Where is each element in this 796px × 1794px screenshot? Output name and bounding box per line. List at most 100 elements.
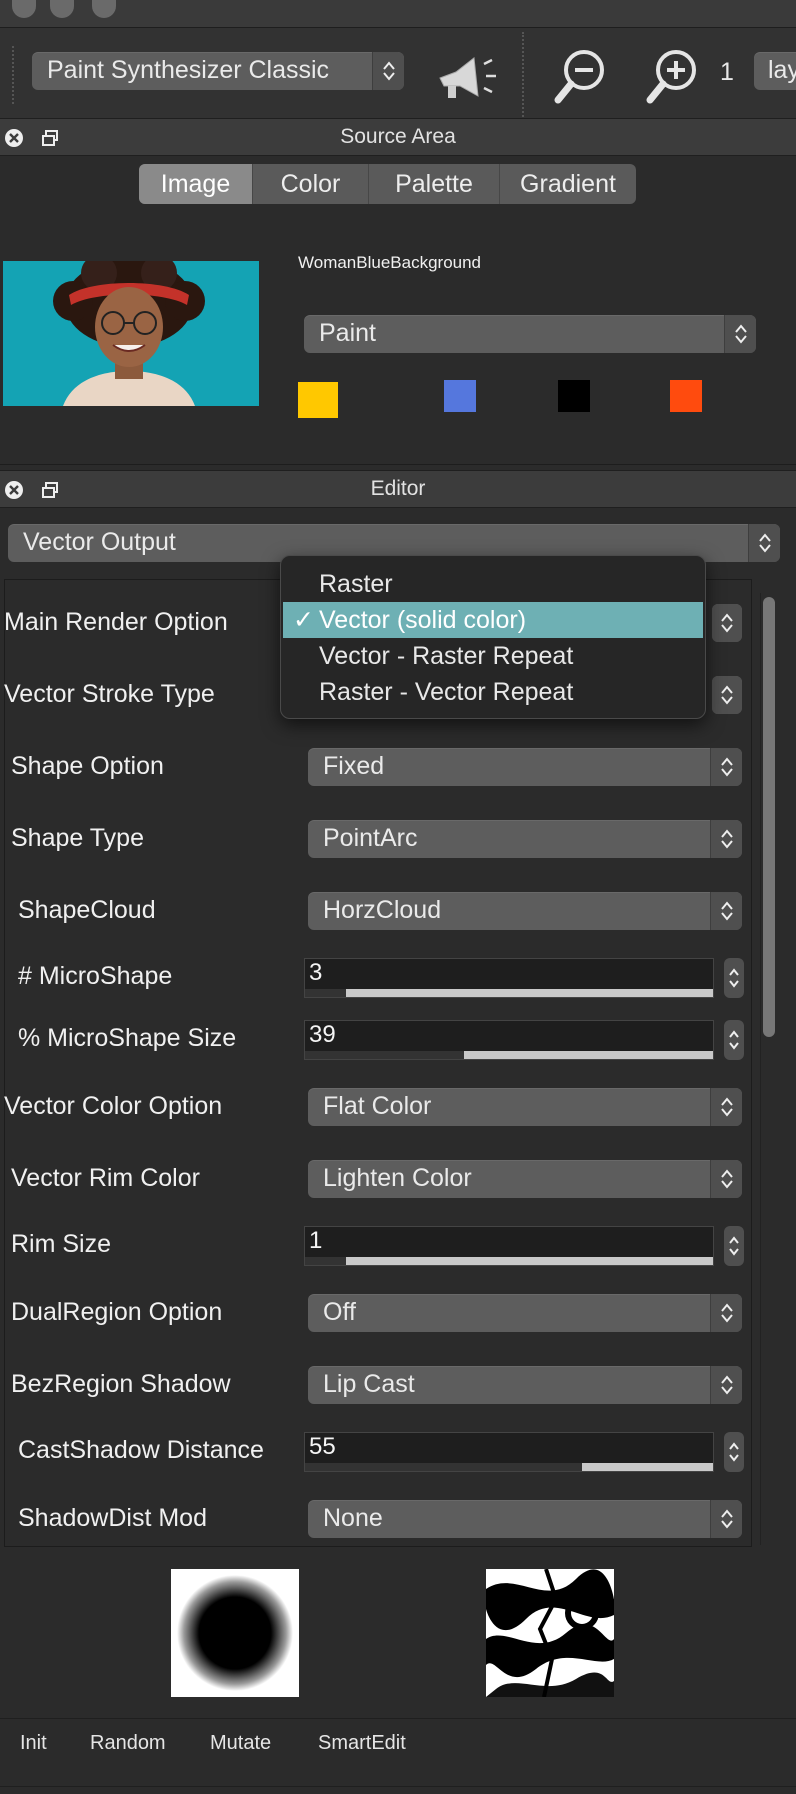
- dualregion-option-value: Off: [323, 1298, 356, 1326]
- menu-item-raster[interactable]: Raster: [281, 566, 705, 602]
- rim-size-stepper[interactable]: [724, 1226, 744, 1266]
- main-render-option-select[interactable]: [712, 604, 742, 642]
- chevron-updown-icon: [710, 1500, 742, 1538]
- shape-option-select[interactable]: Fixed: [308, 748, 742, 786]
- close-panel-icon[interactable]: [4, 480, 24, 500]
- render-option-dropdown-menu: Raster ✓ Vector (solid color) Vector - R…: [280, 555, 706, 719]
- shapecloud-select[interactable]: HorzCloud: [308, 892, 742, 930]
- menu-item-vector-solid-color-label: Vector (solid color): [319, 606, 527, 634]
- chevron-updown-icon: [712, 604, 742, 642]
- shapecloud-value: HorzCloud: [323, 896, 442, 924]
- swatch-black[interactable]: [558, 380, 590, 412]
- tab-color-label: Color: [280, 170, 341, 198]
- chevron-updown-icon: [710, 1160, 742, 1198]
- close-window-button[interactable]: [12, 0, 36, 18]
- chevron-updown-icon: [710, 748, 742, 786]
- minimize-window-button[interactable]: [50, 0, 74, 18]
- toolbar-grip[interactable]: [12, 46, 14, 104]
- rim-size-slider[interactable]: [305, 1257, 713, 1265]
- tab-palette-label: Palette: [395, 170, 473, 198]
- row-label-vector-stroke-type: Vector Stroke Type: [4, 680, 215, 708]
- microshape-count-field[interactable]: 3: [304, 958, 714, 998]
- editor-scrollbar-thumb[interactable]: [763, 597, 775, 1037]
- source-area-header: Source Area: [0, 118, 796, 156]
- source-mode-value: Paint: [319, 319, 376, 347]
- chevron-updown-icon: [710, 820, 742, 858]
- megaphone-icon[interactable]: [434, 50, 500, 106]
- chevron-updown-icon: [710, 1366, 742, 1404]
- swatch-orange[interactable]: [670, 380, 702, 412]
- row-label-vector-rim-color: Vector Rim Color: [11, 1164, 200, 1192]
- swatch-blue[interactable]: [444, 380, 476, 412]
- shape-option-value: Fixed: [323, 752, 385, 780]
- bottom-edge: [0, 1786, 796, 1787]
- chevron-updown-icon: [710, 1088, 742, 1126]
- rim-size-field[interactable]: 1: [304, 1226, 714, 1266]
- microshape-count-slider[interactable]: [305, 989, 713, 997]
- microshape-count-stepper[interactable]: [724, 958, 744, 998]
- chevron-updown-icon: [710, 892, 742, 930]
- source-mode-select[interactable]: Paint: [304, 315, 756, 353]
- row-label-shapecloud: ShapeCloud: [18, 896, 156, 924]
- texture-preview[interactable]: [486, 1569, 614, 1697]
- castshadow-distance-slider-fill: [305, 1463, 583, 1471]
- tab-color[interactable]: Color: [253, 164, 369, 204]
- tab-image-label: Image: [160, 170, 231, 198]
- menu-item-vector-raster-repeat[interactable]: Vector - Raster Repeat: [281, 638, 705, 674]
- menu-item-vector-solid-color[interactable]: ✓ Vector (solid color): [283, 602, 703, 638]
- shadowdist-mod-select[interactable]: None: [308, 1500, 742, 1538]
- menu-item-raster-label: Raster: [319, 570, 393, 598]
- zoom-window-button[interactable]: [92, 0, 116, 18]
- preset-select[interactable]: Paint Synthesizer Classic: [32, 52, 404, 90]
- microshape-size-stepper[interactable]: [724, 1020, 744, 1060]
- chevron-updown-icon: [712, 676, 742, 714]
- bezregion-shadow-value: Lip Cast: [323, 1370, 415, 1398]
- chevron-updown-icon: [748, 524, 780, 562]
- vector-rim-color-value: Lighten Color: [323, 1164, 472, 1192]
- menu-item-raster-vector-repeat-label: Raster - Vector Repeat: [319, 678, 574, 706]
- smartedit-button[interactable]: SmartEdit: [318, 1732, 406, 1755]
- layer-select[interactable]: lay: [754, 52, 796, 90]
- init-button[interactable]: Init: [20, 1732, 47, 1755]
- row-label-bezregion-shadow: BezRegion Shadow: [11, 1370, 231, 1398]
- float-panel-icon[interactable]: [40, 128, 60, 148]
- brush-shape-preview[interactable]: [171, 1569, 299, 1697]
- random-button[interactable]: Random: [90, 1732, 166, 1755]
- source-area-title: Source Area: [340, 125, 456, 148]
- source-image-thumbnail[interactable]: [3, 261, 259, 406]
- vector-color-option-select[interactable]: Flat Color: [308, 1088, 742, 1126]
- zoom-out-icon[interactable]: [552, 46, 608, 106]
- editor-header: Editor: [0, 470, 796, 508]
- castshadow-distance-slider[interactable]: [305, 1463, 713, 1471]
- row-label-shape-type: Shape Type: [11, 824, 144, 852]
- shape-type-select[interactable]: PointArc: [308, 820, 742, 858]
- bezregion-shadow-select[interactable]: Lip Cast: [308, 1366, 742, 1404]
- source-tab-bar: Image Color Palette Gradient: [139, 164, 636, 204]
- checkmark-icon: ✓: [293, 606, 314, 634]
- vector-stroke-type-select[interactable]: [712, 676, 742, 714]
- chevron-updown-icon: [724, 315, 756, 353]
- tab-image[interactable]: Image: [139, 164, 253, 204]
- dualregion-option-select[interactable]: Off: [308, 1294, 742, 1332]
- vector-color-option-value: Flat Color: [323, 1092, 432, 1120]
- menu-item-raster-vector-repeat[interactable]: Raster - Vector Repeat: [281, 674, 705, 710]
- castshadow-distance-stepper[interactable]: [724, 1432, 744, 1472]
- row-label-shadowdist-mod: ShadowDist Mod: [18, 1504, 207, 1532]
- editor-scrollbar[interactable]: [760, 593, 776, 1545]
- microshape-size-field[interactable]: 39: [304, 1020, 714, 1060]
- tab-gradient[interactable]: Gradient: [500, 164, 636, 204]
- microshape-size-slider[interactable]: [305, 1051, 713, 1059]
- castshadow-distance-field[interactable]: 55: [304, 1432, 714, 1472]
- vector-rim-color-select[interactable]: Lighten Color: [308, 1160, 742, 1198]
- mutate-button[interactable]: Mutate: [210, 1732, 271, 1755]
- close-panel-icon[interactable]: [4, 128, 24, 148]
- swatch-yellow[interactable]: [298, 382, 338, 418]
- preset-select-value: Paint Synthesizer Classic: [47, 56, 330, 84]
- editor-title: Editor: [370, 477, 426, 500]
- zoom-in-icon[interactable]: [644, 46, 700, 106]
- window-title-bar: [0, 0, 796, 28]
- float-panel-icon[interactable]: [40, 480, 60, 500]
- tab-palette[interactable]: Palette: [369, 164, 500, 204]
- menu-item-vector-raster-repeat-label: Vector - Raster Repeat: [319, 642, 574, 670]
- microshape-size-slider-fill: [305, 1051, 465, 1059]
